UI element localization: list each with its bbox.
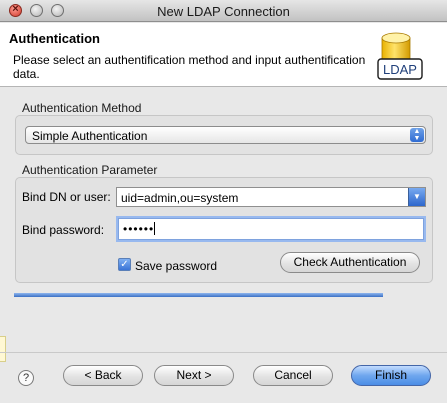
page-title: Authentication [9,31,100,46]
next-button[interactable]: Next > [154,365,234,386]
question-mark-icon: ? [22,372,30,384]
cancel-button[interactable]: Cancel [253,365,333,386]
bind-dn-label: Bind DN or user: [22,190,111,204]
bind-password-label: Bind password: [22,223,105,237]
wizard-header: Authentication Please select an authenti… [0,23,447,87]
auth-params-group-label: Authentication Parameter [22,163,158,177]
updown-arrows-icon: ▲ ▼ [410,128,424,142]
progress-bar-fill [14,293,383,297]
window-title: New LDAP Connection [157,4,290,19]
auth-method-select[interactable]: Simple Authentication ▲ ▼ [25,126,426,144]
help-button[interactable]: ? [18,370,34,386]
save-password-label[interactable]: Save password [135,259,217,273]
auth-method-selected-value: Simple Authentication [32,129,148,143]
back-button[interactable]: < Back [63,365,143,386]
tooltip-edge [0,336,6,362]
bind-dn-value: uid=admin,ou=system [121,191,239,205]
window-titlebar: × New LDAP Connection [0,0,447,22]
page-description: Please select an authentification method… [13,53,366,81]
text-caret [154,222,156,235]
save-password-checkbox[interactable]: ✓ [118,258,131,271]
checkmark-icon: ✓ [120,259,129,270]
footer-divider [0,352,447,353]
ldap-icon-label: LDAP [383,62,417,77]
finish-button[interactable]: Finish [351,365,431,386]
bind-dn-combobox[interactable]: uid=admin,ou=system ▼ [116,187,426,207]
bind-password-input[interactable]: •••••• [118,218,424,240]
progress-bar [14,293,383,297]
bind-password-value: •••••• [123,222,155,236]
auth-method-group-label: Authentication Method [22,101,142,115]
ldap-database-icon: LDAP [377,32,423,80]
check-authentication-button[interactable]: Check Authentication [280,252,420,273]
chevron-down-icon[interactable]: ▼ [408,188,425,206]
